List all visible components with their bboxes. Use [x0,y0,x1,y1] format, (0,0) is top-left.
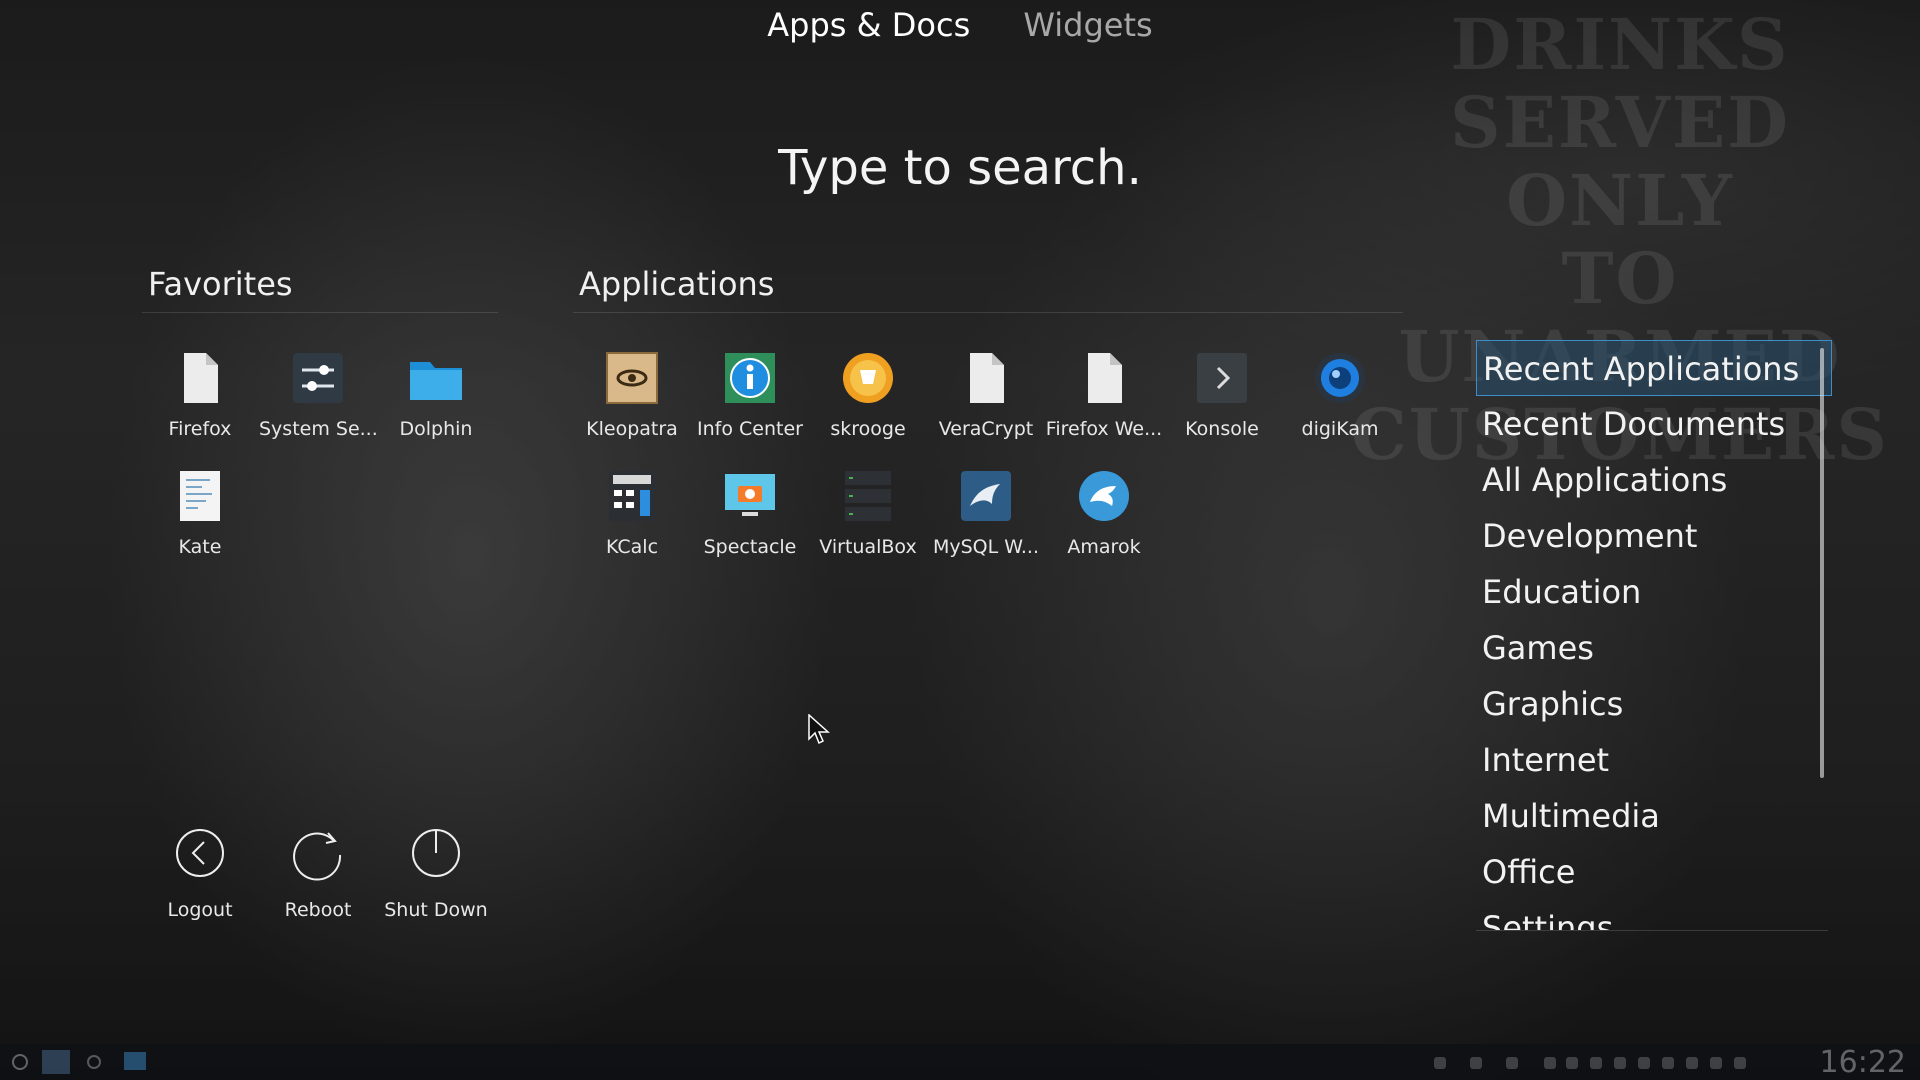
category-development[interactable]: Development [1476,508,1832,564]
desktop-pager-icon[interactable] [42,1050,70,1078]
tray-icon[interactable] [1470,1057,1482,1069]
mouse-cursor-icon [808,713,830,750]
favorite-firefox[interactable]: Firefox [141,350,259,460]
server-icon [840,468,896,524]
task-window-icon[interactable] [124,1052,146,1074]
tray-icon[interactable] [1710,1057,1722,1069]
launcher-tabs: Apps & Docs Widgets [0,6,1920,44]
app-virtualbox[interactable]: VirtualBox [809,468,927,578]
digital-clock[interactable]: 16:22 [1820,1045,1906,1080]
category-multimedia[interactable]: Multimedia [1476,788,1832,844]
camera-lens-icon [1312,350,1368,406]
terminal-icon [1194,350,1250,406]
tray-icon[interactable] [1614,1057,1626,1069]
tile-label: skrooge [830,418,906,440]
reboot-label: Reboot [284,899,352,921]
app-info-center[interactable]: Info Center [691,350,809,460]
category-all-applications[interactable]: All Applications [1476,452,1832,508]
file-icon [172,350,228,406]
dolphin-db-icon [958,468,1014,524]
app-mysql-workbench[interactable]: MySQL W... [927,468,1045,578]
reboot-button[interactable]: Reboot [259,825,377,921]
shutdown-button[interactable]: Shut Down [377,825,495,921]
tile-label: Firefox We... [1045,418,1163,440]
applications-title: Applications [579,265,775,303]
tray-icon[interactable] [1544,1057,1556,1069]
app-kcalc[interactable]: KCalc [573,468,691,578]
tile-label: Dolphin [399,418,473,440]
tile-label: Kleopatra [586,418,678,440]
category-recent-documents[interactable]: Recent Documents [1476,396,1832,452]
category-list-bottom-divider [1476,930,1828,931]
folder-icon [408,350,464,406]
category-games[interactable]: Games [1476,620,1832,676]
logout-button[interactable]: Logout [141,825,259,921]
system-settings-icon [290,350,346,406]
tray-icon[interactable] [1734,1057,1746,1069]
tile-label: Kate [178,536,222,558]
app-veracrypt[interactable]: VeraCrypt [927,350,1045,460]
power-icon [408,825,464,881]
tile-label: Spectacle [703,536,797,558]
category-education[interactable]: Education [1476,564,1832,620]
text-editor-icon [172,468,228,524]
favorites-title: Favorites [148,265,293,303]
logout-icon [172,825,228,881]
info-icon [722,350,778,406]
app-spectacle[interactable]: Spectacle [691,468,809,578]
category-settings[interactable]: Settings [1476,900,1832,930]
tray-icon[interactable] [1566,1057,1578,1069]
favorites-divider [142,312,498,313]
tray-icon[interactable] [1506,1057,1518,1069]
category-scrollbar[interactable] [1820,348,1824,778]
tile-label: Amarok [1067,536,1141,558]
tab-apps-docs[interactable]: Apps & Docs [767,6,970,44]
wolf-icon [1076,468,1132,524]
calculator-icon [604,468,660,524]
taskbar: 16:22 [0,1044,1920,1080]
tile-label: KCalc [605,536,659,558]
tab-widgets[interactable]: Widgets [1023,6,1152,44]
reboot-icon [290,825,346,881]
kleopatra-icon [604,350,660,406]
activities-icon[interactable] [84,1052,104,1076]
shutdown-label: Shut Down [384,899,488,921]
category-internet[interactable]: Internet [1476,732,1832,788]
file-icon [1076,350,1132,406]
app-konsole[interactable]: Konsole [1163,350,1281,460]
app-skrooge[interactable]: skrooge [809,350,927,460]
applications-divider [573,312,1403,313]
search-hint: Type to search. [778,140,1142,196]
file-icon [958,350,1014,406]
app-firefox-web[interactable]: Firefox We... [1045,350,1163,460]
skrooge-icon [840,350,896,406]
tray-icon[interactable] [1434,1057,1446,1069]
tray-icon[interactable] [1686,1057,1698,1069]
app-kleopatra[interactable]: Kleopatra [573,350,691,460]
favorite-system-settings[interactable]: System Se... [259,350,377,460]
logout-label: Logout [167,899,233,921]
category-list: Recent Applications Recent Documents All… [1476,340,1832,930]
favorite-dolphin[interactable]: Dolphin [377,350,495,460]
app-amarok[interactable]: Amarok [1045,468,1163,578]
application-launcher-icon[interactable] [10,1052,30,1076]
tile-label: MySQL W... [932,536,1039,558]
category-office[interactable]: Office [1476,844,1832,900]
tile-label: VirtualBox [819,536,917,558]
tile-label: Firefox [168,418,232,440]
tile-label: digiKam [1301,418,1379,440]
screenshot-icon [722,468,778,524]
tray-icon[interactable] [1662,1057,1674,1069]
tile-label: VeraCrypt [938,418,1034,440]
tray-icon[interactable] [1638,1057,1650,1069]
category-recent-applications[interactable]: Recent Applications [1476,340,1832,396]
favorite-kate[interactable]: Kate [141,468,259,578]
category-graphics[interactable]: Graphics [1476,676,1832,732]
tile-label: Konsole [1185,418,1259,440]
tray-icon[interactable] [1590,1057,1602,1069]
app-digikam[interactable]: digiKam [1281,350,1399,460]
tile-label: Info Center [697,418,803,440]
tile-label: System Se... [259,418,377,440]
